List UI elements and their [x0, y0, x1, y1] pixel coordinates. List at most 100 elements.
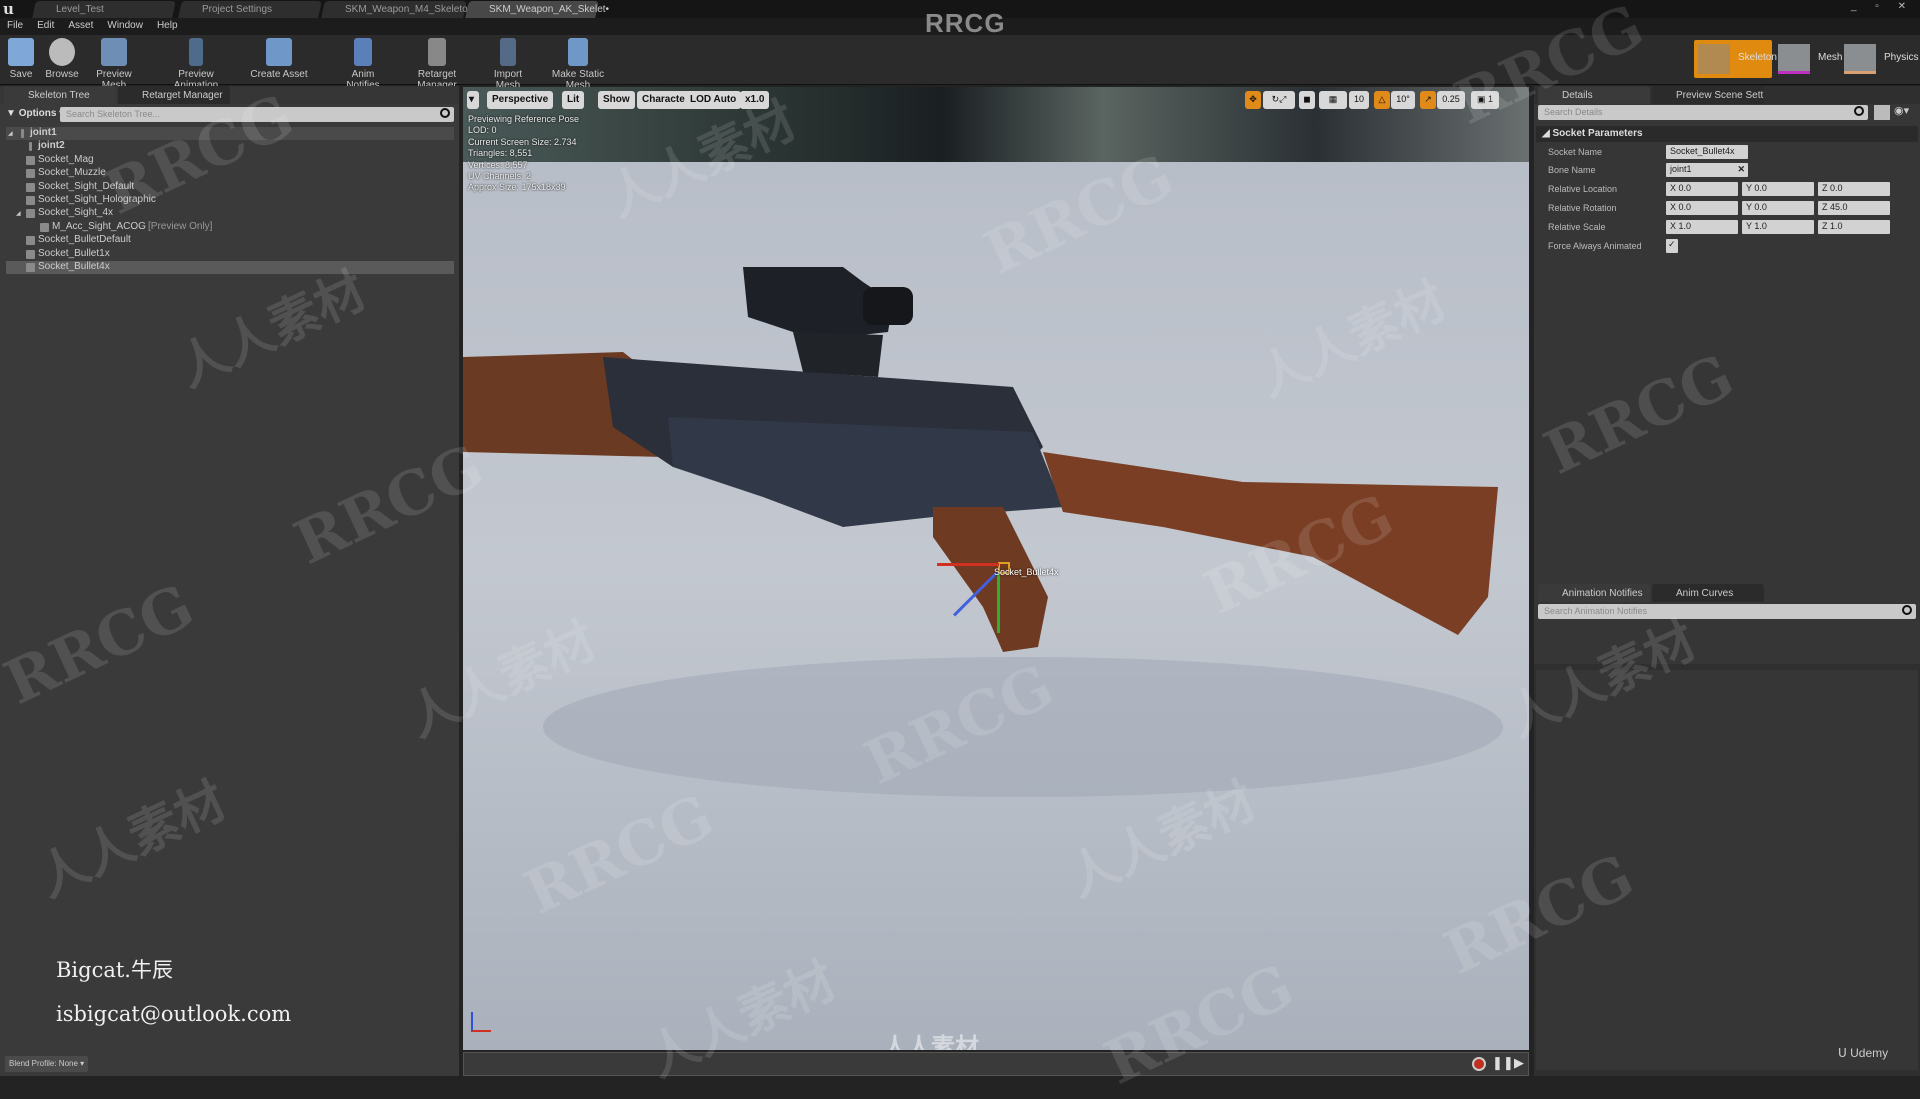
- save-icon: [8, 38, 34, 66]
- create-asset-button[interactable]: Create Asset: [250, 38, 308, 80]
- tree-item-socket-sight-holographic[interactable]: Socket_Sight_Holographic: [6, 194, 454, 207]
- viewport[interactable]: Socket_Bullet4x ▾ Perspective Lit Show C…: [463, 87, 1529, 1050]
- gizmo-y-axis[interactable]: [997, 573, 1000, 633]
- rotation-y-input[interactable]: Y 0.0: [1742, 201, 1814, 215]
- menu-asset[interactable]: Asset: [61, 18, 100, 31]
- browse-button[interactable]: Browse: [44, 38, 80, 80]
- import-mesh-icon: [500, 38, 516, 66]
- relative-location-row: Relative Location X 0.0 Y 0.0 Z 0.0: [1538, 181, 1918, 199]
- tree-item-joint1[interactable]: ◢ joint1: [6, 127, 454, 140]
- viewport-info-line: Current Screen Size: 2.734: [468, 136, 577, 147]
- location-z-input[interactable]: Z 0.0: [1818, 182, 1890, 196]
- skeleton-search-input[interactable]: Search Skeleton Tree...: [60, 107, 454, 122]
- world-local-icon[interactable]: ◼: [1299, 91, 1315, 109]
- viewport-info-line: Previewing Reference Pose: [468, 114, 580, 124]
- socket-name-input[interactable]: Socket_Bullet4x: [1666, 145, 1748, 159]
- bone-name-row: Bone Name joint1 ✕: [1538, 162, 1918, 180]
- menu-edit[interactable]: Edit: [30, 18, 61, 31]
- lod-button[interactable]: LOD Auto: [685, 91, 742, 109]
- rotation-x-input[interactable]: X 0.0: [1666, 201, 1738, 215]
- grid-snap-icon[interactable]: ▦: [1319, 91, 1347, 109]
- details-search-input[interactable]: Search Details: [1538, 105, 1868, 120]
- tab-animation-notifies[interactable]: Animation Notifies: [1538, 584, 1650, 602]
- scale-y-input[interactable]: Y 1.0: [1742, 220, 1814, 234]
- tree-item-socket-muzzle[interactable]: Socket_Muzzle: [6, 167, 454, 180]
- timeline-bar[interactable]: ❚❚ ▶: [463, 1052, 1529, 1076]
- record-icon[interactable]: [1472, 1057, 1486, 1071]
- rotation-snap-icon[interactable]: △: [1374, 91, 1390, 109]
- show-button[interactable]: Show: [598, 91, 635, 109]
- mode-mesh[interactable]: Mesh: [1774, 40, 1842, 78]
- grid-snap-value[interactable]: 10: [1349, 91, 1369, 109]
- tree-item-socket-bullet1x[interactable]: Socket_Bullet1x: [6, 248, 454, 261]
- make-static-mesh-icon: [568, 38, 588, 66]
- clear-icon[interactable]: ✕: [1737, 164, 1745, 175]
- expand-arrow-icon[interactable]: ◢: [8, 130, 13, 137]
- camera-speed-button[interactable]: ▣ 1: [1471, 91, 1499, 109]
- tree-item-m-acc-sight-acog[interactable]: M_Acc_Sight_ACOG [Preview Only]: [6, 221, 454, 234]
- socket-icon: [26, 155, 35, 165]
- doc-tab-ak-skeleton[interactable]: SKM_Weapon_AK_Skelet•: [465, 1, 609, 18]
- eye-icon[interactable]: ◉▾: [1894, 104, 1909, 117]
- location-y-input[interactable]: Y 0.0: [1742, 182, 1814, 196]
- viewport-info-line: LOD: 0: [468, 125, 497, 136]
- scale-snap-icon[interactable]: ↗: [1420, 91, 1436, 109]
- browse-icon: [49, 38, 75, 66]
- tree-item-socket-mag[interactable]: Socket_Mag: [6, 154, 454, 167]
- save-button[interactable]: Save: [6, 38, 36, 80]
- doc-tab-m4-skeleton[interactable]: SKM_Weapon_M4_Skeleto: [321, 1, 468, 18]
- blend-profile-dropdown[interactable]: Blend Profile: None ▾: [5, 1056, 89, 1072]
- preview-mesh-button[interactable]: Preview Mesh: [84, 38, 144, 91]
- tree-item-socket-bullet4x[interactable]: Socket_Bullet4x: [6, 261, 454, 274]
- expand-arrow-icon[interactable]: ◢: [16, 210, 21, 217]
- window-controls[interactable]: _ ▫ ✕: [1851, 1, 1914, 12]
- mode-physics[interactable]: Physics: [1840, 40, 1920, 78]
- viewport-options-button[interactable]: ▾: [467, 91, 479, 109]
- doc-tab-level[interactable]: Level_Test: [32, 1, 176, 18]
- menu-help[interactable]: Help: [150, 18, 185, 31]
- rotation-snap-value[interactable]: 10°: [1391, 91, 1415, 109]
- options-dropdown[interactable]: ▼ Options ▾: [6, 108, 64, 119]
- doc-tab-project-settings[interactable]: Project Settings: [178, 1, 322, 18]
- mode-skeleton[interactable]: Skeleton: [1694, 40, 1777, 78]
- bone-name-input[interactable]: joint1 ✕: [1666, 163, 1748, 177]
- scale-z-input[interactable]: Z 1.0: [1818, 220, 1890, 234]
- lit-button[interactable]: Lit: [562, 91, 585, 109]
- tab-details[interactable]: Details: [1538, 86, 1650, 104]
- bone-icon: [29, 142, 32, 152]
- preview-animation-button[interactable]: Preview Animation: [156, 38, 236, 91]
- tree-item-socket-sight-default[interactable]: Socket_Sight_Default: [6, 181, 454, 194]
- force-always-animated-checkbox[interactable]: ✓: [1666, 239, 1678, 253]
- tree-item-socket-bulletdefault[interactable]: Socket_BulletDefault: [6, 234, 454, 247]
- tree-item-label: joint1: [30, 127, 57, 138]
- tree-item-socket-sight-4x[interactable]: ◢ Socket_Sight_4x: [6, 207, 454, 220]
- gizmo-x-axis[interactable]: [937, 563, 999, 566]
- viewport-info-line: Approx Size: 175x18x39: [468, 182, 566, 193]
- scale-snap-value[interactable]: 0.25: [1437, 91, 1465, 109]
- rotation-z-input[interactable]: Z 45.0: [1818, 201, 1890, 215]
- translate-mode-icon[interactable]: ✥: [1245, 91, 1261, 109]
- tree-item-joint2[interactable]: joint2: [6, 140, 454, 153]
- anim-notifies-button[interactable]: Anim Notifies: [334, 38, 392, 91]
- perspective-button[interactable]: Perspective: [487, 91, 554, 109]
- tab-preview-scene-settings[interactable]: Preview Scene Sett: [1652, 86, 1764, 104]
- tree-item-label: M_Acc_Sight_ACOG: [52, 220, 146, 232]
- pause-icon[interactable]: ❚❚: [1492, 1055, 1514, 1071]
- scale-x-input[interactable]: X 1.0: [1666, 220, 1738, 234]
- import-mesh-button[interactable]: Import Mesh: [482, 38, 534, 91]
- menu-file[interactable]: File: [0, 18, 30, 31]
- watermark-logo: 人人素材: [883, 1034, 979, 1050]
- make-static-mesh-button[interactable]: Make Static Mesh: [542, 38, 614, 91]
- tab-skeleton-tree[interactable]: Skeleton Tree: [4, 86, 116, 104]
- rotate-scale-mode-icon[interactable]: ↻⤢: [1263, 91, 1295, 109]
- tab-anim-curves[interactable]: Anim Curves: [1652, 584, 1764, 602]
- retarget-manager-button[interactable]: Retarget Manager: [400, 38, 474, 91]
- play-icon[interactable]: ▶: [1514, 1055, 1524, 1071]
- notifies-search-input[interactable]: Search Animation Notifies: [1538, 604, 1916, 619]
- property-matrix-icon[interactable]: [1874, 105, 1890, 120]
- socket-parameters-header[interactable]: ◢ Socket Parameters: [1536, 126, 1918, 142]
- tab-retarget-manager[interactable]: Retarget Manager: [118, 86, 230, 104]
- playback-speed-button[interactable]: x1.0: [740, 91, 770, 109]
- menu-window[interactable]: Window: [100, 18, 150, 31]
- location-x-input[interactable]: X 0.0: [1666, 182, 1738, 196]
